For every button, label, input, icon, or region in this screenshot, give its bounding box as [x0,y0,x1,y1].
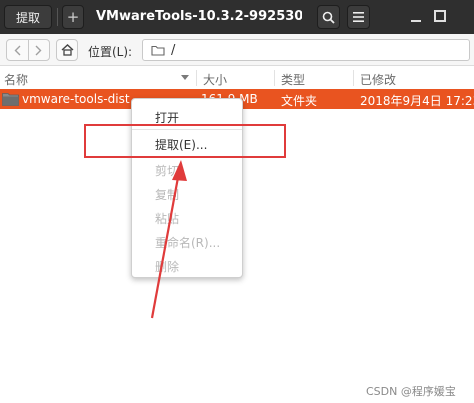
annotation-arrow [150,160,187,319]
watermark: CSDN @程序媛宝 [366,385,456,398]
